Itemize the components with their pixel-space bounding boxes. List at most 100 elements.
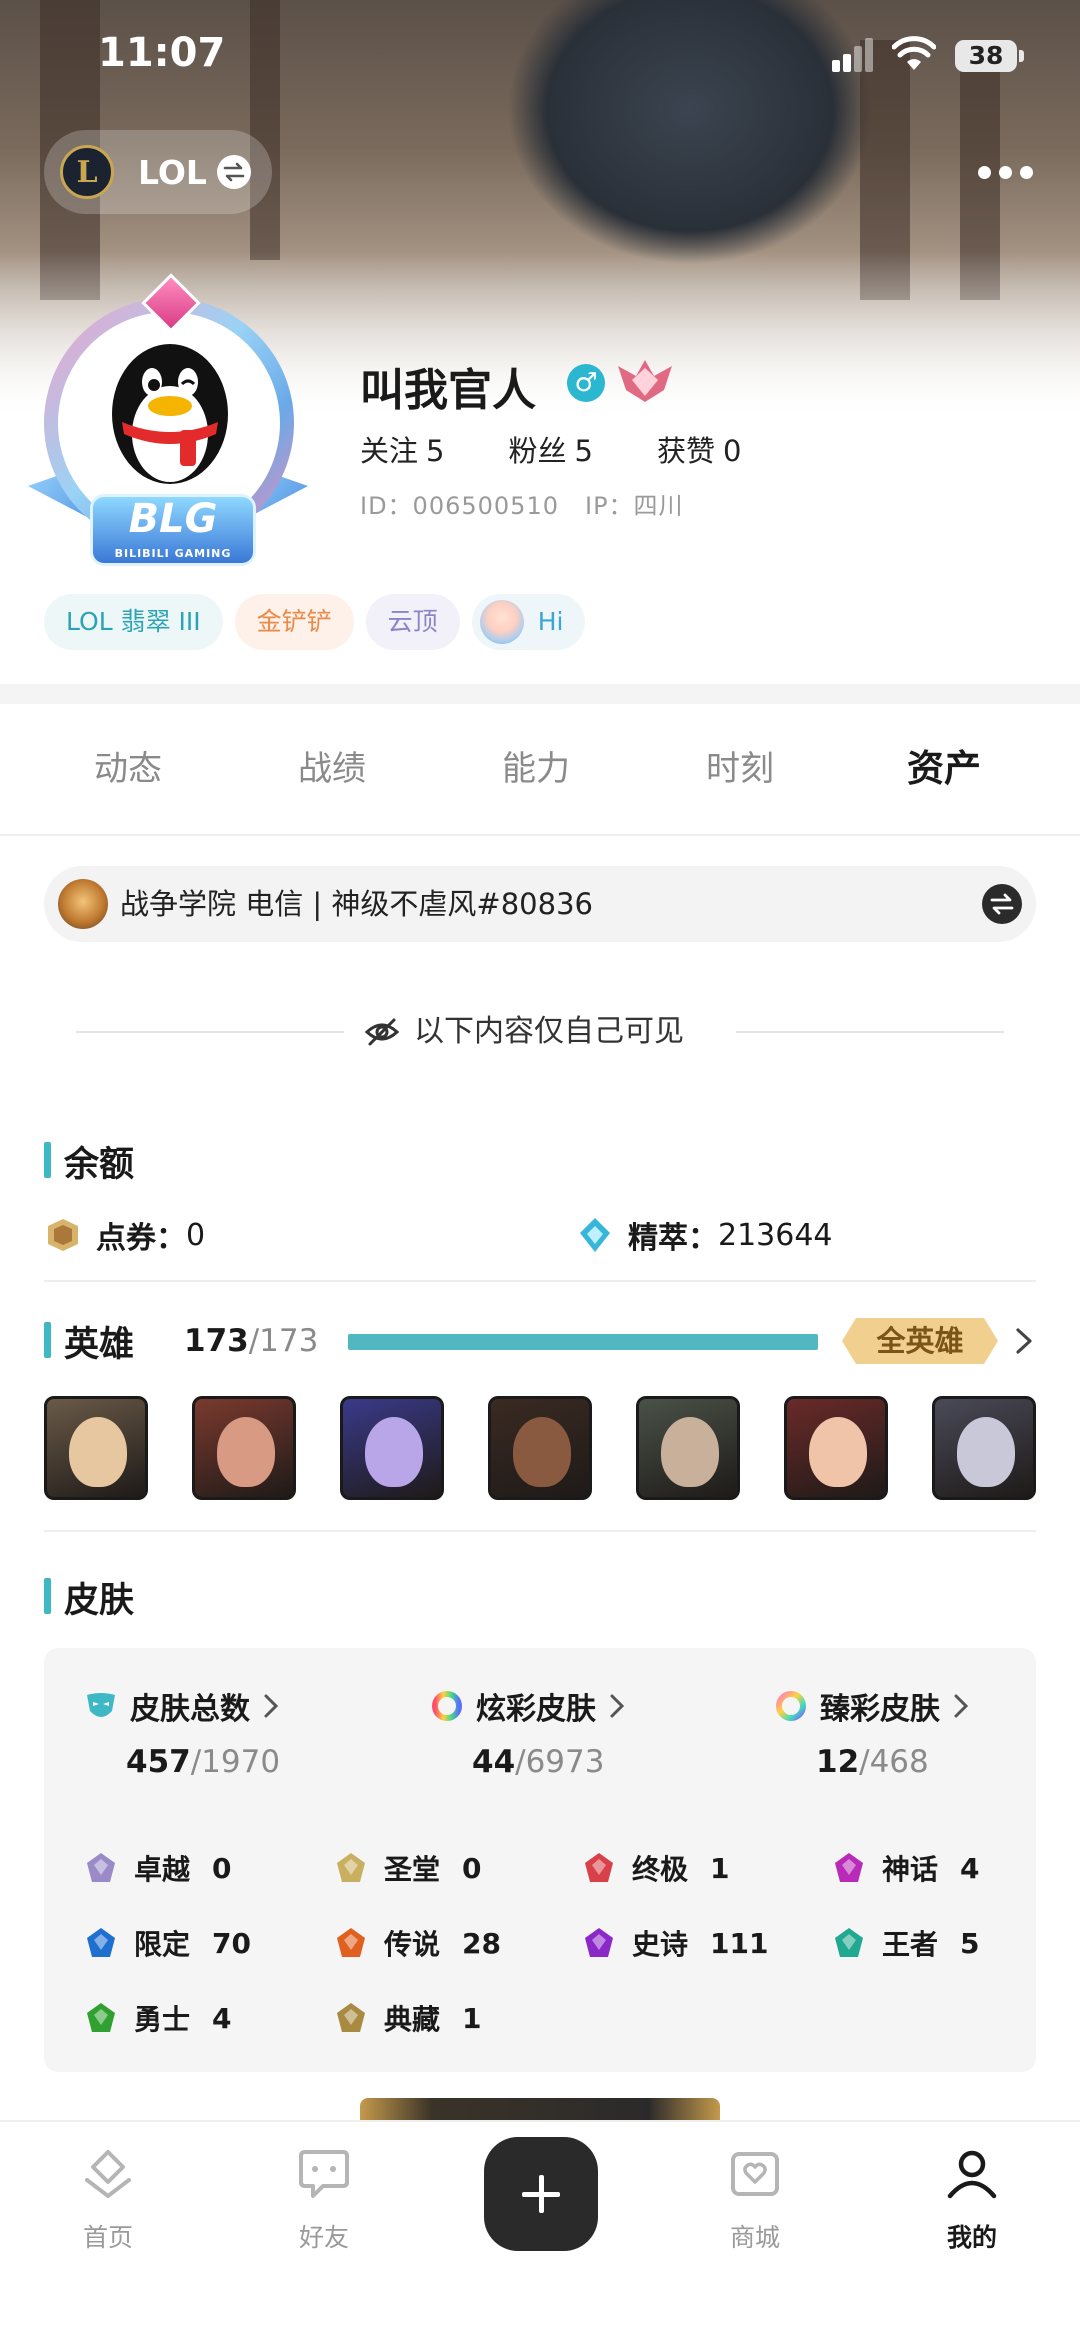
profile-icon [947, 2150, 997, 2199]
rarity-item[interactable]: 卓越 0 [84, 1848, 232, 1888]
likes-stat[interactable]: 获赞 0 [657, 428, 749, 470]
chevron-right-icon [954, 1694, 969, 1718]
chat-icon [299, 2150, 349, 2198]
hero-portrait[interactable] [784, 1396, 888, 1500]
nav-shop[interactable]: 商城 [685, 2142, 825, 2254]
hero-portrait[interactable] [488, 1396, 592, 1500]
nav-friends[interactable]: 好友 [254, 2142, 394, 2254]
profile-tags: LOL 翡翠 III 金铲铲 云顶 Hi [44, 594, 586, 650]
chevron-right-icon [610, 1694, 625, 1718]
tab-feed[interactable]: 动态 [26, 704, 230, 834]
avatar[interactable]: BLG BILIBILI GAMING [28, 273, 308, 568]
status-time: 11:07 [98, 30, 226, 76]
tab-moments[interactable]: 时刻 [638, 704, 842, 834]
nickname: 叫我官人 [360, 365, 536, 416]
points-balance: 点券： 0 [44, 1210, 205, 1260]
rarity-item[interactable]: 神话 4 [832, 1848, 980, 1888]
balance-title: 余额 [44, 1136, 134, 1187]
section-divider [0, 684, 1080, 704]
skin-chroma[interactable]: 炫彩皮肤 44/6973 [430, 1686, 626, 1806]
gem-icon [337, 2003, 365, 2032]
chevron-right-icon [264, 1694, 279, 1718]
rank-emblem-icon [618, 360, 672, 402]
chroma-ring-icon [432, 1691, 462, 1721]
skin-mask-icon [87, 1693, 115, 1717]
shop-icon [731, 2152, 779, 2196]
skins-title: 皮肤 [44, 1572, 134, 1623]
rarity-item[interactable]: 史诗 111 [582, 1923, 768, 1963]
tab-ability[interactable]: 能力 [434, 704, 638, 834]
id-line: ID：006500510 IP：四川 [360, 486, 684, 521]
gem-icon [87, 1853, 115, 1882]
fans-stat[interactable]: 粉丝 5 [508, 428, 600, 470]
all-heroes-badge[interactable]: 全英雄 [842, 1318, 998, 1364]
hero-portrait[interactable] [636, 1396, 740, 1500]
home-icon [85, 2150, 131, 2198]
penguin-avatar-icon [112, 344, 228, 484]
rarity-item[interactable]: 终极 1 [582, 1848, 730, 1888]
essence-balance: 精萃： 213644 [576, 1210, 833, 1260]
skins-card: 皮肤总数 457/1970 炫彩皮肤 44/6973 臻彩皮肤 12/468 卓… [44, 1648, 1036, 2072]
game-label: LOL [138, 152, 207, 192]
mini-avatar-icon [479, 600, 524, 644]
ip-location: IP：四川 [584, 492, 684, 520]
gem-icon [585, 1928, 613, 1957]
balance-row: 点券： 0 精萃： 213644 [44, 1210, 1036, 1260]
tab-records[interactable]: 战绩 [230, 704, 434, 834]
nav-home[interactable]: 首页 [38, 2142, 178, 2254]
user-id: ID：006500510 [360, 492, 559, 520]
heroes-title: 英雄 [44, 1316, 134, 1367]
gem-icon [835, 1928, 863, 1957]
hero-portrait[interactable] [932, 1396, 1036, 1500]
gem-icon [87, 1928, 115, 1957]
privacy-note: 以下内容仅自己可见 [76, 1010, 1004, 1054]
rarity-item[interactable]: 传说 28 [334, 1923, 501, 1963]
follow-stat[interactable]: 关注 5 [360, 428, 452, 470]
tab-assets[interactable]: 资产 [842, 704, 1046, 834]
account-text: 战争学院 电信 | 神级不虐风#80836 [120, 887, 593, 921]
create-post-button[interactable] [484, 2137, 598, 2251]
battery-indicator: 38 [955, 40, 1017, 72]
tag-jinchanchan[interactable]: 金铲铲 [234, 594, 354, 650]
hero-portraits [44, 1396, 1036, 1500]
lol-logo-icon: L [60, 145, 114, 199]
tag-hi[interactable]: Hi [471, 594, 586, 650]
nav-mine[interactable]: 我的 [902, 2142, 1042, 2254]
game-switch-button[interactable]: L LOL [44, 130, 272, 214]
hero-count: 173/173 [184, 1323, 319, 1359]
gem-icon [87, 2003, 115, 2032]
swap-account-icon[interactable] [982, 884, 1022, 924]
signal-icon [832, 38, 874, 72]
account-selector[interactable]: 战争学院 电信 | 神级不虐风#80836 [44, 866, 1036, 942]
team-badge: BLG BILIBILI GAMING [90, 494, 256, 566]
swap-icon [216, 155, 251, 189]
wifi-icon [892, 36, 936, 70]
tag-tft[interactable]: 云顶 [365, 594, 460, 650]
gem-icon [835, 1853, 863, 1882]
skin-total[interactable]: 皮肤总数 457/1970 [84, 1686, 280, 1806]
essence-icon [580, 1218, 610, 1252]
rarity-item[interactable]: 限定 70 [84, 1923, 251, 1963]
hero-portrait[interactable] [44, 1396, 148, 1500]
tag-lol-rank[interactable]: LOL 翡翠 III [44, 594, 223, 650]
hero-portrait[interactable] [192, 1396, 296, 1500]
rarity-item[interactable]: 典藏 1 [334, 1998, 482, 2038]
rarity-item[interactable]: 王者 5 [832, 1923, 980, 1963]
hero-progress-bar [348, 1334, 818, 1350]
rarity-item[interactable]: 圣堂 0 [334, 1848, 482, 1888]
chevron-right-icon[interactable] [1012, 1324, 1036, 1358]
more-menu-icon[interactable] [978, 166, 1034, 180]
skin-prestige[interactable]: 臻彩皮肤 12/468 [774, 1686, 970, 1806]
rarity-item[interactable]: 勇士 4 [84, 1998, 232, 2038]
bottom-nav: 首页 好友 商城 我的 [0, 2120, 1080, 2339]
social-stats: 关注 5 粉丝 5 获赞 0 [360, 428, 749, 470]
gem-icon [585, 1853, 613, 1882]
points-coin-icon [48, 1219, 78, 1251]
gem-icon [337, 1853, 365, 1882]
account-avatar [58, 879, 108, 929]
profile-tabs: 动态 战绩 能力 时刻 资产 [0, 704, 1080, 834]
hero-portrait[interactable] [340, 1396, 444, 1500]
male-icon: ♂ [567, 364, 605, 402]
prestige-ring-icon [776, 1691, 806, 1721]
status-bar: 11:07 38 [0, 0, 1080, 110]
